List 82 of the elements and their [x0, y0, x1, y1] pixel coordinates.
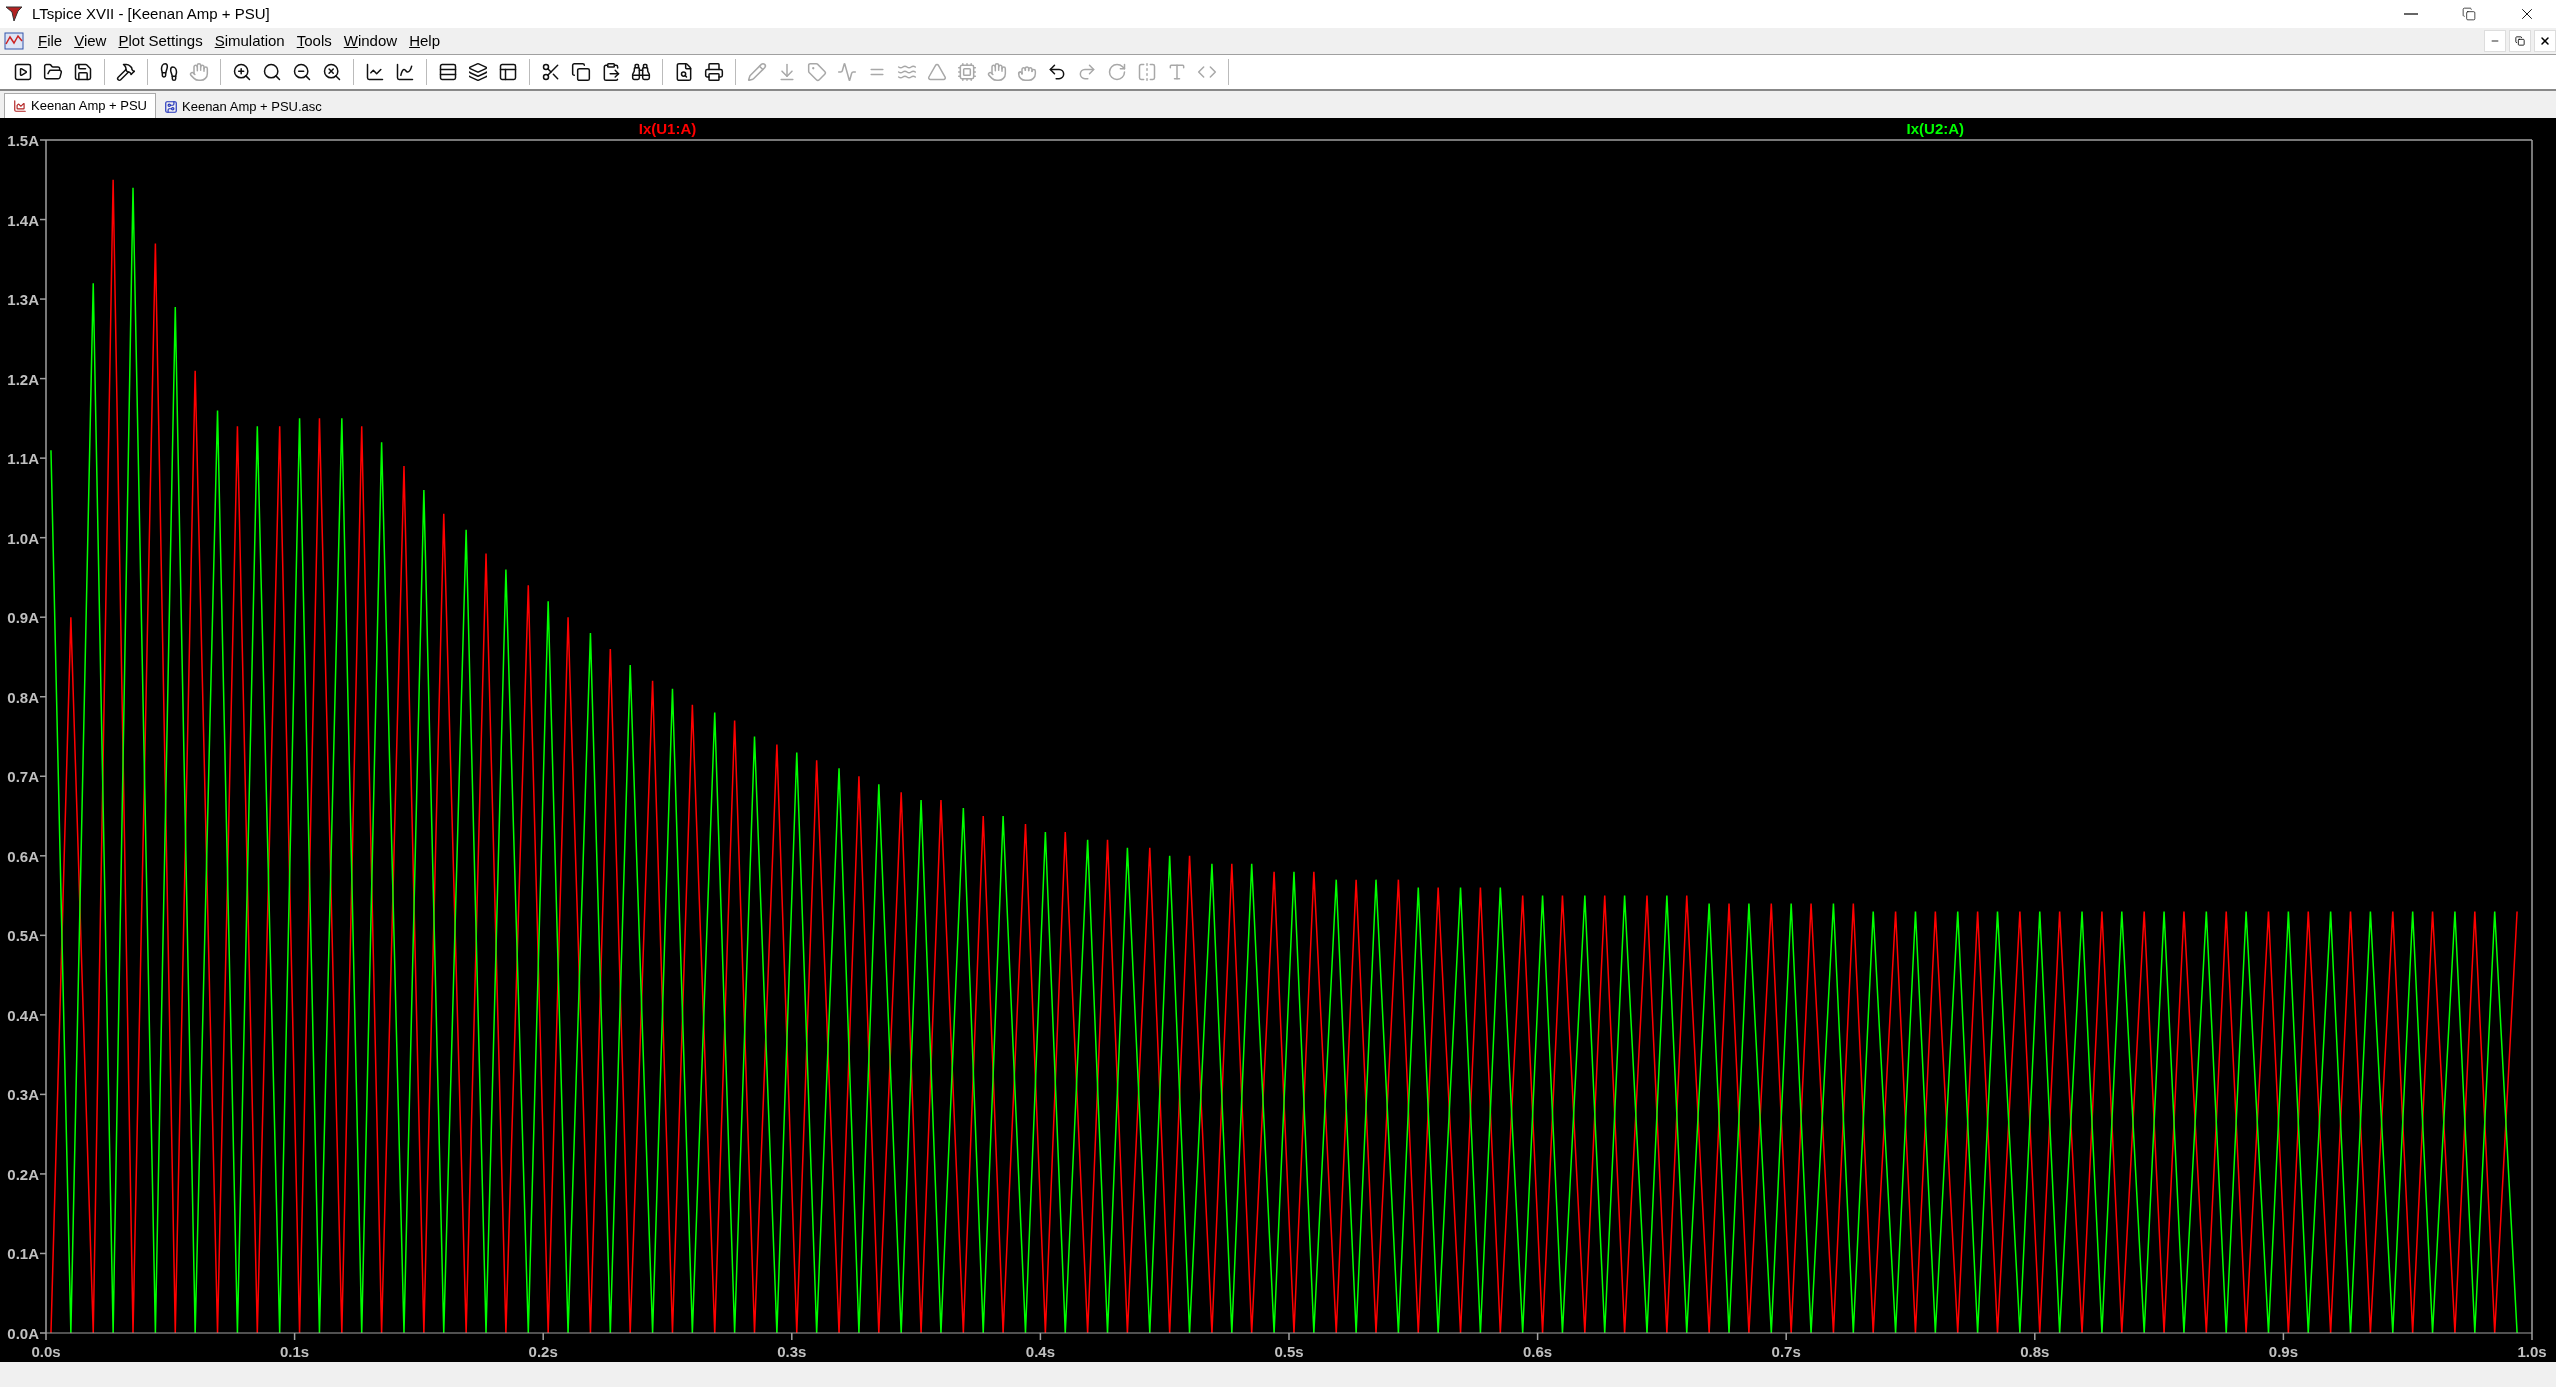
y-axis-label: 0.4A [7, 1006, 39, 1024]
x-axis-label: 0.0s [31, 1343, 61, 1360]
app-logo-icon [4, 4, 24, 24]
x-axis-label: 0.9s [2268, 1343, 2298, 1360]
y-axis-label: 0.5A [7, 927, 39, 945]
hammer-icon [116, 62, 136, 82]
mdi-restore-button[interactable] [2509, 30, 2531, 52]
y-axis-label: 0.9A [7, 609, 39, 627]
rotate-icon [1107, 62, 1127, 82]
pencil-icon [747, 62, 767, 82]
menu-item[interactable]: View [68, 29, 113, 53]
undo-icon [1047, 62, 1067, 82]
panels-icon [498, 62, 518, 82]
zoom-in-icon [232, 62, 252, 82]
chart-line-icon [365, 62, 385, 82]
menu-item[interactable]: Plot Settings [112, 29, 209, 53]
resistor-icon [837, 62, 857, 82]
restore-icon [2515, 36, 2525, 46]
menu-item[interactable]: Help [403, 29, 446, 53]
save-icon [73, 62, 93, 82]
restore-icon [2462, 7, 2476, 21]
print-preview-icon [674, 62, 694, 82]
menu-item[interactable]: Tools [290, 29, 338, 53]
y-axis-label: 1.0A [7, 529, 39, 547]
y-axis-label: 0.3A [7, 1086, 39, 1104]
chip-icon [957, 62, 977, 82]
y-axis-label: 0.2A [7, 1165, 39, 1183]
y-axis-label: 1.3A [7, 291, 39, 309]
trace-name[interactable]: Ix(U2:A) [1906, 120, 1965, 137]
zoom-out-icon [292, 62, 312, 82]
plot-window-icon [4, 32, 24, 50]
search-x-icon [322, 62, 342, 82]
x-axis-label: 0.4s [1025, 1343, 1055, 1360]
document-tab[interactable]: Keenan Amp + PSU [4, 93, 156, 118]
text-icon [1167, 62, 1187, 82]
schematic-icon [164, 100, 178, 114]
hand-icon [189, 62, 209, 82]
hand-icon [987, 62, 1007, 82]
close-icon [2539, 35, 2551, 47]
paste-icon [601, 62, 621, 82]
copy-icon [571, 62, 591, 82]
plot-icon [13, 99, 27, 113]
x-axis-label: 0.7s [1771, 1343, 1801, 1360]
y-axis-label: 0.6A [7, 847, 39, 865]
inductor-icon [897, 62, 917, 82]
redo-icon [1077, 62, 1097, 82]
layers-icon [468, 62, 488, 82]
mdi-close-button[interactable] [2534, 30, 2556, 52]
folder-icon [43, 62, 63, 82]
play-square-icon [13, 62, 33, 82]
menu-item[interactable]: Simulation [208, 29, 291, 53]
search-icon [262, 62, 282, 82]
x-axis-label: 0.1s [280, 1343, 310, 1360]
trace-name[interactable]: Ix(U1:A) [638, 120, 697, 137]
printer-icon [704, 62, 724, 82]
menu-item[interactable]: File [32, 29, 69, 53]
minimize-icon [2404, 13, 2418, 15]
footprints-icon [159, 62, 179, 82]
binoculars-icon [631, 62, 651, 82]
menu-item[interactable]: Window [337, 29, 404, 53]
x-axis-label: 0.2s [528, 1343, 558, 1360]
mirror-icon [1137, 62, 1157, 82]
x-axis-label: 1.0s [2517, 1343, 2547, 1360]
y-axis-label: 1.4A [7, 211, 39, 229]
rows-icon [438, 62, 458, 82]
label-icon [807, 62, 827, 82]
y-axis-label: 0.1A [7, 1245, 39, 1263]
chart-curve-icon [395, 62, 415, 82]
ground-icon [777, 62, 797, 82]
x-axis-label: 0.5s [1274, 1343, 1304, 1360]
y-axis-label: 0.7A [7, 768, 39, 786]
x-axis-label: 0.8s [2020, 1343, 2050, 1360]
y-axis-label: 1.2A [7, 370, 39, 388]
x-axis-label: 0.3s [777, 1343, 807, 1360]
diode-icon [927, 62, 947, 82]
x-axis-label: 0.6s [1523, 1343, 1553, 1360]
y-axis-label: 1.1A [7, 450, 39, 468]
cut-icon [541, 62, 561, 82]
y-axis-label: 0.8A [7, 688, 39, 706]
window-title: LTspice XVII - [Keenan Amp + PSU] [32, 3, 270, 24]
y-axis-label: 0.0A [7, 1325, 39, 1342]
y-axis-label: 1.5A [7, 132, 39, 149]
